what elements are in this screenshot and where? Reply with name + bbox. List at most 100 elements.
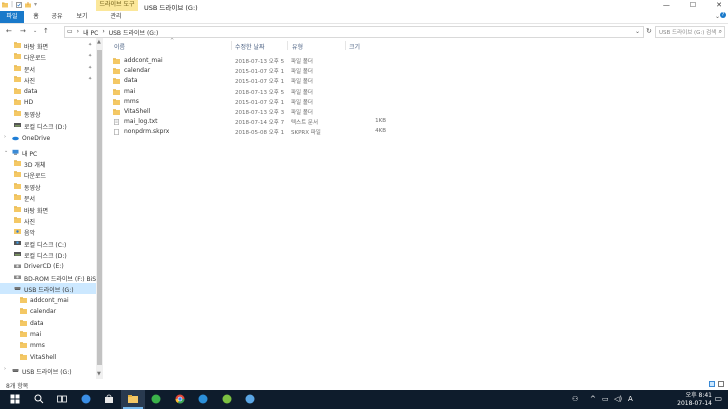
expand-chevron-icon[interactable]: › [4, 134, 6, 140]
windows-start-taskbar-button[interactable] [3, 390, 27, 409]
chrome-taskbar-button[interactable] [168, 390, 192, 409]
sidebar-item-pc[interactable]: DriverCD (E:) [0, 261, 96, 272]
tab-view[interactable]: 보기 [75, 11, 89, 23]
sidebar-item-quick-access[interactable]: 바탕 화면 ✦ [0, 40, 96, 51]
minimize-button[interactable]: — [663, 1, 670, 9]
edge-taskbar-button[interactable] [74, 390, 98, 409]
sidebar-item-pc[interactable]: 로컬 디스크 (C:) [0, 238, 96, 249]
sidebar-item-quick-access[interactable]: 동영상 [0, 108, 96, 119]
back-button[interactable]: ← [6, 27, 12, 35]
sidebar-item-pc[interactable]: 문서 [0, 192, 96, 203]
breadcrumb-this-pc[interactable]: 내 PC [83, 28, 98, 37]
details-view-icon[interactable] [709, 381, 715, 387]
action-center-icon[interactable]: ▭ [714, 394, 722, 403]
scroll-up-arrow[interactable]: ▲ [97, 39, 101, 45]
drive-tools-context-tab[interactable]: 드라이브 도구 [96, 0, 138, 11]
sidebar-item-quick-access[interactable]: 문서 ✦ [0, 63, 96, 74]
large-icons-view-icon[interactable] [718, 381, 724, 387]
sidebar-item-pc[interactable]: 3D 개체 [0, 158, 96, 169]
up-button[interactable]: ↑ [43, 27, 49, 35]
file-row[interactable]: nonpdrm.skprx 2018-05-08 오후 1 SKPRX 파일 4KB [110, 127, 410, 137]
sidebar-item-onedrive[interactable]: › OneDrive [0, 133, 96, 144]
search-taskbar-button[interactable] [27, 390, 51, 409]
scroll-thumb[interactable] [97, 50, 102, 365]
address-field[interactable]: ▭ › 내 PC › USB 드라이브 (G:) ⌄ [64, 26, 644, 38]
people-icon[interactable]: ⚇ [572, 395, 578, 403]
sidebar-item-usb-folder[interactable]: calendar [0, 306, 96, 317]
column-header-type[interactable]: 유형 [292, 42, 303, 51]
sidebar-item-usb-folder[interactable]: mai [0, 329, 96, 340]
properties-icon[interactable] [16, 2, 22, 8]
file-row[interactable]: VitaShell 2018-07-13 오후 3 파일 폴더 [110, 107, 410, 117]
search-input[interactable]: USB 드라이브 (G:) 검색 ⌕ [655, 26, 725, 38]
column-divider[interactable] [345, 41, 346, 50]
tab-file[interactable]: 파일 [0, 11, 24, 23]
sidebar-item-pc[interactable]: 음악 [0, 226, 96, 237]
address-dropdown-icon[interactable]: ⌄ [635, 28, 640, 35]
music-folder-icon [14, 229, 21, 235]
scroll-down-arrow[interactable]: ▼ [97, 371, 101, 377]
sidebar-item-usb-folder[interactable]: addcont_mai [0, 295, 96, 306]
forward-button[interactable]: → [20, 27, 26, 35]
maximize-button[interactable]: ☐ [690, 1, 696, 9]
sidebar-item-quick-access[interactable]: data [0, 86, 96, 97]
close-button[interactable]: ✕ [716, 1, 722, 9]
file-explorer-taskbar-button[interactable] [120, 390, 145, 409]
refresh-icon[interactable]: ↻ [646, 27, 652, 35]
tab-manage[interactable]: 관리 [109, 11, 123, 23]
store-taskbar-button[interactable] [97, 390, 121, 409]
show-hidden-icons-icon[interactable]: ^ [590, 395, 596, 403]
sidebar-item-pc[interactable]: BD-ROM 드라이브 (F:) BiSH [0, 272, 96, 283]
sidebar-item-quick-access[interactable]: 로컬 디스크 (D:) [0, 120, 96, 131]
sidebar-item-pc[interactable]: 동영상 [0, 181, 96, 192]
folder-icon [20, 319, 27, 326]
sidebar-item-pc[interactable]: 바탕 화면 [0, 204, 96, 215]
tab-share[interactable]: 공유 [50, 11, 64, 23]
file-row[interactable]: addcont_mai 2018-07-13 오후 5 파일 폴더 [110, 56, 410, 66]
sidebar-item-usb-folder[interactable]: data [0, 318, 96, 329]
network-icon[interactable]: ▭ [602, 395, 609, 403]
column-header-name[interactable]: 이름 [114, 42, 125, 51]
pin-icon: ✦ [88, 53, 93, 60]
file-row[interactable]: mai 2018-07-13 오후 5 파일 폴더 [110, 87, 410, 97]
column-header-modified[interactable]: 수정한 날짜 [235, 42, 265, 51]
tab-home[interactable]: 홈 [30, 11, 42, 23]
recent-locations-icon[interactable]: ⌄ [33, 28, 37, 34]
sidebar-item-quick-access[interactable]: 다운로드 ✦ [0, 51, 96, 62]
sidebar-item-pc[interactable]: USB 드라이브 (G:) [0, 283, 96, 295]
sidebar-item-usb-drive[interactable]: › USB 드라이브 (G:) [0, 365, 96, 376]
new-folder-icon[interactable] [25, 2, 32, 8]
file-row[interactable]: mai_log.txt 2018-07-14 오후 7 텍스트 문서 1KB [110, 117, 410, 127]
internet-explorer-taskbar-button[interactable] [191, 390, 215, 409]
breadcrumb-usb-drive[interactable]: USB 드라이브 (G:) [109, 28, 159, 37]
sidebar-item-this-pc[interactable]: ⌄ 내 PC [0, 147, 96, 158]
green-app-icon [151, 394, 161, 404]
green-app-taskbar-button[interactable] [144, 390, 168, 409]
expand-chevron-icon[interactable]: › [4, 366, 6, 372]
column-divider[interactable] [231, 41, 232, 50]
clock[interactable]: 오후 8:41 2018-07-14 [677, 392, 712, 408]
sidebar-item-quick-access[interactable]: HD [0, 97, 96, 108]
file-type: 파일 폴더 [291, 59, 313, 65]
videos-folder-icon [14, 183, 21, 189]
expand-chevron-icon[interactable]: ⌄ [4, 148, 8, 154]
volume-icon[interactable]: ◁) [614, 395, 622, 403]
android-app-taskbar-button[interactable] [215, 390, 239, 409]
sidebar-item-pc[interactable]: 사진 [0, 215, 96, 226]
language-indicator[interactable]: A [628, 395, 633, 403]
sidebar-item-usb-folder[interactable]: mms [0, 340, 96, 351]
sidebar-item-usb-folder[interactable]: VitaShell [0, 352, 96, 363]
help-icon[interactable]: ? [720, 12, 726, 18]
customize-toolbar-icon[interactable]: ▾ [34, 2, 37, 8]
link-app-taskbar-button[interactable] [238, 390, 262, 409]
task-view-taskbar-button[interactable] [50, 390, 74, 409]
file-row[interactable]: calendar 2015-01-07 오후 1 파일 폴더 [110, 66, 410, 76]
column-divider[interactable] [287, 41, 288, 50]
navigation-scrollbar[interactable]: ▲ ▼ [96, 38, 103, 379]
sidebar-item-quick-access[interactable]: 사진 ✦ [0, 74, 96, 85]
column-header-size[interactable]: 크기 [349, 42, 360, 51]
file-row[interactable]: data 2015-01-07 오후 1 파일 폴더 [110, 76, 410, 86]
sidebar-item-pc[interactable]: 다운로드 [0, 169, 96, 180]
file-row[interactable]: mms 2015-01-07 오후 1 파일 폴더 [110, 97, 410, 107]
sidebar-item-pc[interactable]: 로컬 디스크 (D:) [0, 249, 96, 260]
